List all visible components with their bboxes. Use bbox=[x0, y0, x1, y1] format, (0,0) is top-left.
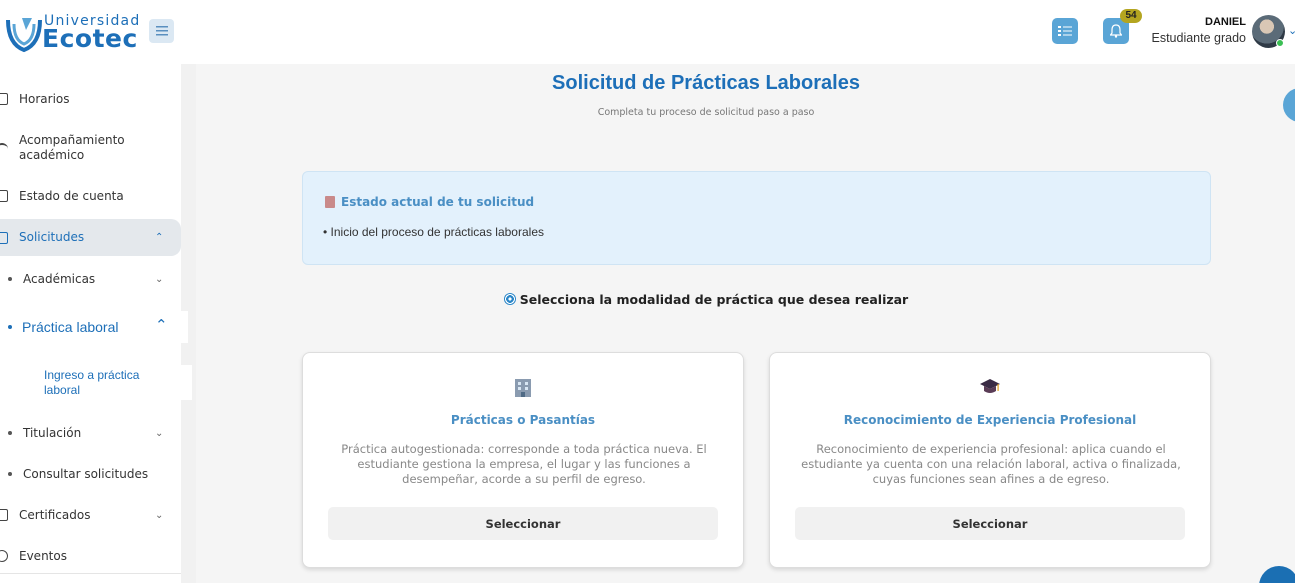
bullet-icon bbox=[8, 325, 12, 329]
chevron-up-icon: ⌃ bbox=[155, 317, 168, 334]
status-panel: Estado actual de tu solicitud • Inicio d… bbox=[302, 171, 1211, 265]
sidebar-item-academicas[interactable]: Académicas ⌄ bbox=[0, 261, 181, 297]
chevron-down-icon: ⌄ bbox=[155, 273, 164, 285]
bullet-icon bbox=[8, 431, 12, 435]
top-header: Universidad Ecotec 54 DANIEL Estudiante … bbox=[0, 0, 1295, 64]
sidebar-item-label: Ingreso a práctica laboral bbox=[44, 368, 140, 397]
event-icon bbox=[0, 550, 8, 562]
hamburger-icon bbox=[155, 26, 168, 36]
sidebar-item-practica-laboral[interactable]: Práctica laboral ⌃ bbox=[0, 311, 188, 343]
notification-badge: 54 bbox=[1120, 9, 1142, 23]
sidebar-divider bbox=[0, 573, 181, 574]
sidebar-item-acompanamiento[interactable]: Acompañamiento académico bbox=[0, 129, 181, 167]
sidebar-item-eventos[interactable]: Eventos bbox=[0, 538, 181, 574]
sidebar-item-label: Titulación bbox=[23, 426, 82, 440]
chevron-down-icon: ⌄ bbox=[155, 427, 164, 439]
page-title: Solicitud de Prácticas Laborales bbox=[552, 72, 860, 94]
main-content: Solicitud de Prácticas Laborales Complet… bbox=[196, 64, 1295, 583]
chevron-down-icon[interactable]: ⌄ bbox=[1288, 24, 1295, 37]
bullet-icon bbox=[8, 277, 12, 281]
document-icon bbox=[0, 231, 8, 244]
card-practicas-pasantias[interactable]: Prácticas o Pasantías Práctica autogesti… bbox=[302, 352, 744, 568]
sidebar-item-horarios[interactable]: Horarios bbox=[0, 81, 181, 117]
tasks-button[interactable] bbox=[1052, 18, 1078, 44]
university-logo[interactable]: Universidad Ecotec bbox=[4, 10, 139, 54]
card-reconocimiento-experiencia[interactable]: Reconocimiento de Experiencia Profesiona… bbox=[769, 352, 1211, 568]
sidebar-item-consultar-solicitudes[interactable]: Consultar solicitudes bbox=[0, 456, 181, 492]
calendar-icon bbox=[0, 93, 8, 105]
sidebar-item-certificados[interactable]: Certificados ⌄ bbox=[0, 497, 181, 533]
sidebar-item-label: Académicas bbox=[23, 272, 96, 286]
sidebar-item-solicitudes[interactable]: Solicitudes ⌃ bbox=[0, 219, 181, 256]
graduation-icon bbox=[0, 143, 8, 155]
sidebar-item-label: Práctica laboral bbox=[22, 319, 119, 335]
target-icon bbox=[503, 293, 516, 305]
bullet-icon bbox=[8, 472, 12, 476]
sidebar-item-label: Horarios bbox=[19, 91, 70, 106]
sidebar-item-label: Consultar solicitudes bbox=[23, 467, 149, 481]
sidebar-item-titulacion[interactable]: Titulación ⌄ bbox=[0, 415, 181, 451]
wallet-icon bbox=[0, 190, 8, 202]
card-title: Prácticas o Pasantías bbox=[450, 413, 596, 427]
sidebar-item-label: Eventos bbox=[19, 548, 67, 563]
graduation-cap-icon bbox=[980, 379, 1000, 393]
building-icon bbox=[515, 379, 531, 397]
sidebar-item-label: Solicitudes bbox=[19, 230, 85, 244]
card-description: Reconocimiento de experiencia profesiona… bbox=[801, 442, 1181, 486]
status-text: • Inicio del proceso de prácticas labora… bbox=[323, 225, 544, 239]
certificate-icon bbox=[0, 509, 8, 521]
select-button[interactable]: Seleccionar bbox=[328, 507, 718, 540]
card-description: Práctica autogestionada: corresponde a t… bbox=[341, 442, 707, 486]
logo-text-main: Ecotec bbox=[42, 24, 138, 53]
online-status-indicator bbox=[1276, 39, 1284, 47]
clipboard-icon bbox=[325, 196, 335, 208]
bell-icon bbox=[1110, 24, 1122, 38]
user-role: Estudiante grado bbox=[1151, 31, 1246, 45]
user-name[interactable]: DANIEL bbox=[1205, 16, 1246, 28]
card-icon-wrap bbox=[770, 377, 1210, 399]
sidebar-item-label: Certificados bbox=[19, 507, 91, 522]
checklist-icon bbox=[1058, 26, 1072, 36]
chevron-down-icon: ⌄ bbox=[155, 509, 164, 521]
status-title: Estado actual de tu solicitud bbox=[341, 195, 535, 209]
page-subtitle: Completa tu proceso de solicitud paso a … bbox=[597, 107, 815, 118]
card-title: Reconocimiento de Experiencia Profesiona… bbox=[843, 413, 1137, 427]
menu-toggle-button[interactable] bbox=[149, 19, 174, 43]
modality-heading-text: Selecciona la modalidad de práctica que … bbox=[519, 292, 909, 307]
logo-shield-icon bbox=[6, 18, 42, 53]
sidebar-item-label: Acompañamiento académico bbox=[19, 133, 125, 162]
card-icon-wrap bbox=[303, 377, 743, 399]
chevron-up-icon: ⌃ bbox=[155, 232, 164, 243]
modality-heading: Selecciona la modalidad de práctica que … bbox=[196, 292, 1216, 307]
select-button[interactable]: Seleccionar bbox=[795, 507, 1185, 540]
sidebar-item-estado-cuenta[interactable]: Estado de cuenta bbox=[0, 178, 181, 214]
sidebar-item-ingreso-practica[interactable]: Ingreso a práctica laboral bbox=[0, 365, 192, 400]
sidebar-item-label: Estado de cuenta bbox=[19, 188, 124, 203]
